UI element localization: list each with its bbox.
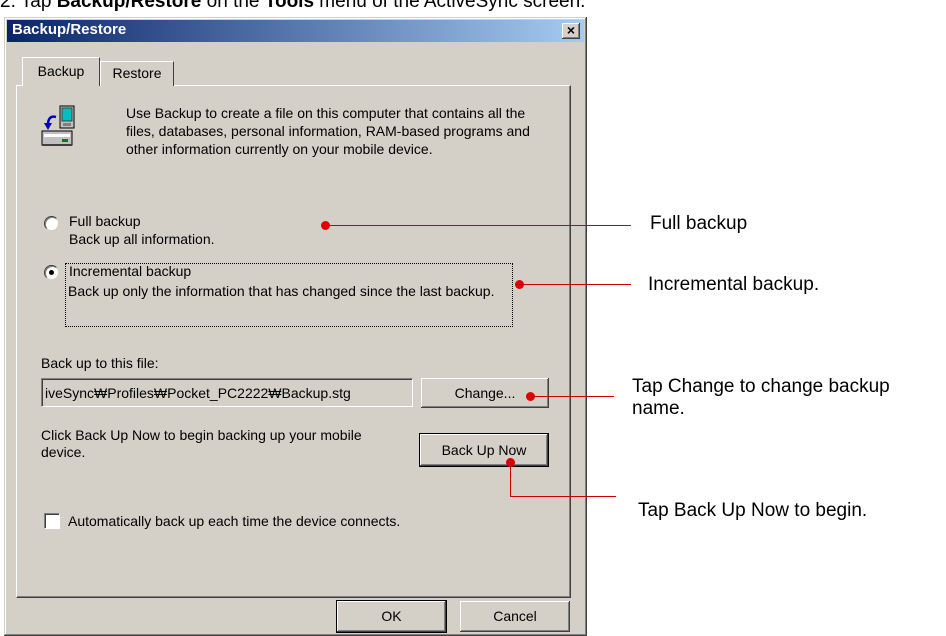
backup-file-label: Back up to this file: [41, 355, 159, 371]
close-button[interactable]: × [562, 23, 580, 39]
radio-selected-dot [49, 270, 54, 275]
back-up-now-callout-horizontal [510, 496, 616, 497]
full-backup-annotation: Full backup [650, 213, 748, 234]
ok-label: OK [381, 608, 402, 624]
incremental-callout-line [520, 284, 631, 285]
incremental-backup-radio[interactable] [44, 265, 59, 280]
full-backup-title: Full backup [69, 213, 141, 229]
tab-backup-label: Backup [37, 63, 85, 79]
tab-restore-label: Restore [112, 65, 162, 81]
incremental-annotation: Incremental backup. [648, 274, 820, 295]
full-backup-callout-line [326, 225, 631, 226]
change-callout-line [531, 396, 614, 397]
backup-file-field[interactable]: iveSync₩Profiles₩Pocket_PC2222₩Backup.st… [41, 378, 413, 407]
tab-backup[interactable]: Backup [22, 57, 100, 86]
change-button-label: Change... [454, 385, 516, 401]
back-up-now-button[interactable]: Back Up Now [420, 434, 548, 466]
cancel-label: Cancel [493, 608, 537, 624]
back-up-now-annotation: Tap Back Up Now to begin. [638, 500, 868, 521]
dialog-title: Backup/Restore [12, 21, 127, 38]
auto-backup-label: Automatically back up each time the devi… [68, 513, 401, 529]
change-annotation: Tap Change to change backup name. [632, 376, 890, 419]
full-backup-desc: Back up all information. [69, 231, 215, 247]
instruction-caption: 2. Tap Backup/Restore on the Tools menu … [0, 0, 586, 12]
incremental-backup-desc: Back up only the information that has ch… [68, 283, 495, 299]
incremental-backup-title: Incremental backup [69, 263, 192, 279]
backup-device-icon [41, 105, 75, 146]
tab-restore[interactable]: Restore [100, 61, 174, 86]
auto-backup-checkbox[interactable] [44, 513, 60, 529]
backup-hint: Click Back Up Now to begin backing up yo… [41, 427, 362, 460]
backup-description: Use Backup to create a file on this comp… [126, 105, 530, 157]
cancel-button[interactable]: Cancel [460, 601, 570, 632]
ok-button[interactable]: OK [337, 601, 446, 632]
full-backup-radio[interactable] [44, 216, 59, 231]
back-up-now-callout-vertical [510, 462, 511, 496]
back-up-now-label: Back Up Now [441, 442, 527, 458]
close-icon: × [566, 22, 576, 38]
